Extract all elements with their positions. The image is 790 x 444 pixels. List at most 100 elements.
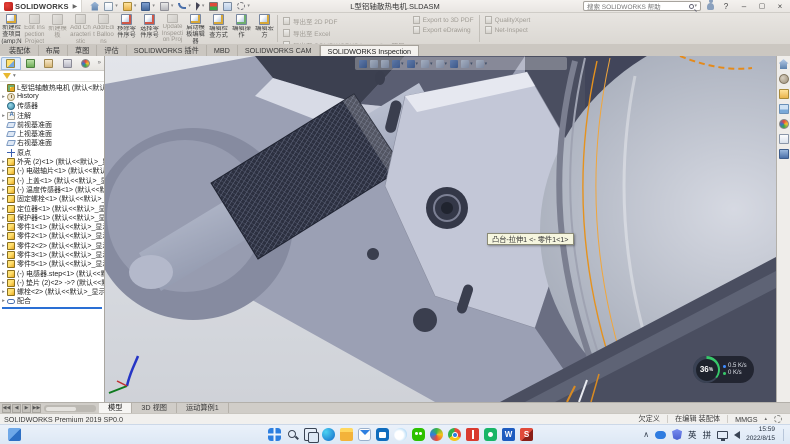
display-cast-icon[interactable] [717,431,728,439]
ribbon-button[interactable]: 编辑检查方式 [207,13,230,44]
tab-display-manager[interactable] [77,57,95,70]
select-arrow-icon[interactable] [196,2,200,11]
display-style-caret-icon[interactable]: ▾ [430,61,433,67]
taskbar-app-icon[interactable] [484,428,497,441]
expand-arrow-icon[interactable]: ▸ [0,113,7,119]
expand-arrow-icon[interactable]: ▸ [0,252,7,258]
document-tab[interactable]: 3D 视图 [132,403,177,413]
ribbon-button[interactable]: Update Inspection Project [161,13,184,44]
tree-item[interactable]: ▸ (-) 温度传感器<1> (默认<<默认>_ [0,185,104,194]
expand-arrow-icon[interactable]: ▸ [0,298,7,304]
tree-item[interactable]: ▸ 零件3<1> (默认<<默认>_显示状 [0,250,104,259]
hide-show-caret-icon[interactable]: ▾ [445,61,448,67]
custom-properties-icon[interactable] [779,134,789,144]
ribbon-tab[interactable]: 评估 [97,45,126,56]
file-explorer-pane-icon[interactable] [779,89,789,99]
edit-appearance-icon[interactable] [450,60,458,68]
tab-property-manager[interactable] [22,57,40,70]
tree-item[interactable]: ▸ (-) 垫片 (2)<2> ->? (默认<<默认 [0,278,104,287]
open-document-icon[interactable] [123,2,132,11]
ribbon-button[interactable]: 编辑宏方 [253,13,276,44]
graphics-viewport[interactable]: ▾ ▾ ▾ ▾ ▾ ▾ 凸台-拉伸1 <- 零件1<1> 36% 0.5 K/s… [105,56,776,402]
tab-dimxpert-manager[interactable] [59,57,77,70]
expand-arrow-icon[interactable]: ▸ [0,280,7,286]
performance-overlay[interactable]: 36% 0.5 K/s 0 K/s [693,356,754,383]
taskbar-app-icon[interactable] [412,428,425,441]
expand-arrow-icon[interactable]: ▸ [0,289,7,295]
menu-expand-arrow-icon[interactable]: ▶ [73,3,78,10]
taskbar-app-icon[interactable] [340,428,353,441]
tree-item[interactable]: 前视基准面 [0,120,104,129]
onedrive-icon[interactable] [655,431,666,439]
view-settings-caret-icon[interactable]: ▾ [485,61,488,67]
ribbon-button[interactable]: 移除零件序号 [115,13,138,44]
document-tab[interactable]: 模型 [99,403,132,413]
tab-scroll-next-icon[interactable]: ▶ [22,404,31,413]
filter-funnel-icon[interactable] [3,73,11,79]
tab-scroll-prev-icon[interactable]: ◀ [12,404,21,413]
tree-item[interactable]: ▸ 零件2<2> (默认<<默认>_显示状 [0,241,104,250]
appearances-scenes-icon[interactable] [779,119,789,129]
export-menu-item[interactable]: Export to 3D PDF [413,16,474,24]
taskbar-app-icon[interactable] [358,428,371,441]
filter-caret-icon[interactable]: ▾ [13,73,16,79]
panel-tabs-overflow[interactable]: » [96,60,103,66]
taskbar-app-icon[interactable]: W [502,428,515,441]
save-icon[interactable] [141,2,150,11]
previous-view-icon[interactable] [381,60,389,68]
expand-arrow-icon[interactable]: ▸ [0,261,7,267]
tree-item[interactable]: ▸ 注解 [0,111,104,120]
options-caret-icon[interactable]: ▾ [247,3,250,9]
taskbar-clock[interactable]: 15:59 2022/8/15 [746,426,775,443]
zoom-fit-icon[interactable] [359,60,367,68]
ribbon-button[interactable]: 启动模板编辑器 [184,13,207,44]
tree-root-item[interactable]: L型铝轴散热电机 (默认<默认_显示状 [0,83,104,92]
ribbon-tab[interactable]: 装配体 [2,45,39,56]
taskbar-app-icon[interactable] [286,428,299,441]
ribbon-button[interactable]: Add Characteristic [69,13,92,44]
tree-item[interactable]: ▸ (-) 电感器.step<1> (默认<<默认> [0,269,104,278]
section-view-icon[interactable] [392,60,400,68]
print-caret-icon[interactable]: ▾ [171,3,174,9]
tree-item[interactable]: ▸ 零件1<1> (默认<<默认>_显示状态 [0,222,104,231]
search-caret-icon[interactable]: ▾ [694,3,697,9]
tree-item[interactable]: ▸ 保护器<1> (默认<<默认>_显示状 [0,213,104,222]
scene-caret-icon[interactable]: ▾ [470,61,473,67]
tree-item[interactable]: ▸ 外壳 (2)<1> (默认<<默认>_显示状 [0,157,104,166]
show-desktop-button[interactable] [783,429,784,441]
undo-caret-icon[interactable]: ▾ [188,3,191,9]
ribbon-tab[interactable]: SOLIDWORKS 插件 [127,45,207,56]
open-caret-icon[interactable]: ▾ [134,3,137,9]
options-gear-icon[interactable] [237,2,245,10]
ribbon-tab[interactable]: MBD [207,45,238,56]
tab-configuration-manager[interactable] [40,57,58,70]
save-caret-icon[interactable]: ▾ [152,3,155,9]
tree-item[interactable]: ▸ History [0,92,104,101]
volume-icon[interactable] [734,431,740,439]
tree-item[interactable]: ▸ 固定螺栓<1> (默认<<默认>_显示 [0,195,104,204]
taskbar-app-icon[interactable] [376,428,389,441]
ime-language-en[interactable]: 英 [688,429,697,441]
ribbon-tab[interactable]: 布局 [39,45,68,56]
expand-arrow-icon[interactable]: ▸ [0,215,7,221]
taskbar-app-icon[interactable] [268,428,281,441]
taskbar-app-icon[interactable] [394,428,407,441]
expand-arrow-icon[interactable]: ▸ [0,206,7,212]
tree-item[interactable]: ▸ (-) 上盖<1> (默认<<默认>_显示状 [0,176,104,185]
expand-arrow-icon[interactable]: ▸ [0,159,7,165]
minimize-button[interactable]: – [738,2,750,11]
ribbon-button[interactable]: Edit Inspection Project [23,13,46,44]
rollback-bar[interactable] [2,307,102,309]
ribbon-tab[interactable]: 草图 [68,45,97,56]
expand-arrow-icon[interactable]: ▸ [0,233,7,239]
display-style-icon[interactable] [421,60,429,68]
view-orientation-icon[interactable] [407,60,415,68]
tray-expand-icon[interactable]: ∧ [643,430,649,439]
select-caret-icon[interactable]: ▾ [202,3,205,9]
tree-item[interactable]: ▸ 螺栓<2> (默认<<默认>_显示状态 [0,288,104,297]
status-options-gear-icon[interactable] [774,415,782,423]
units-selector[interactable]: MMGS [735,415,757,424]
expand-arrow-icon[interactable]: ▸ [0,243,7,249]
design-library-icon[interactable] [779,74,789,84]
expand-arrow-icon[interactable]: ▸ [0,178,7,184]
